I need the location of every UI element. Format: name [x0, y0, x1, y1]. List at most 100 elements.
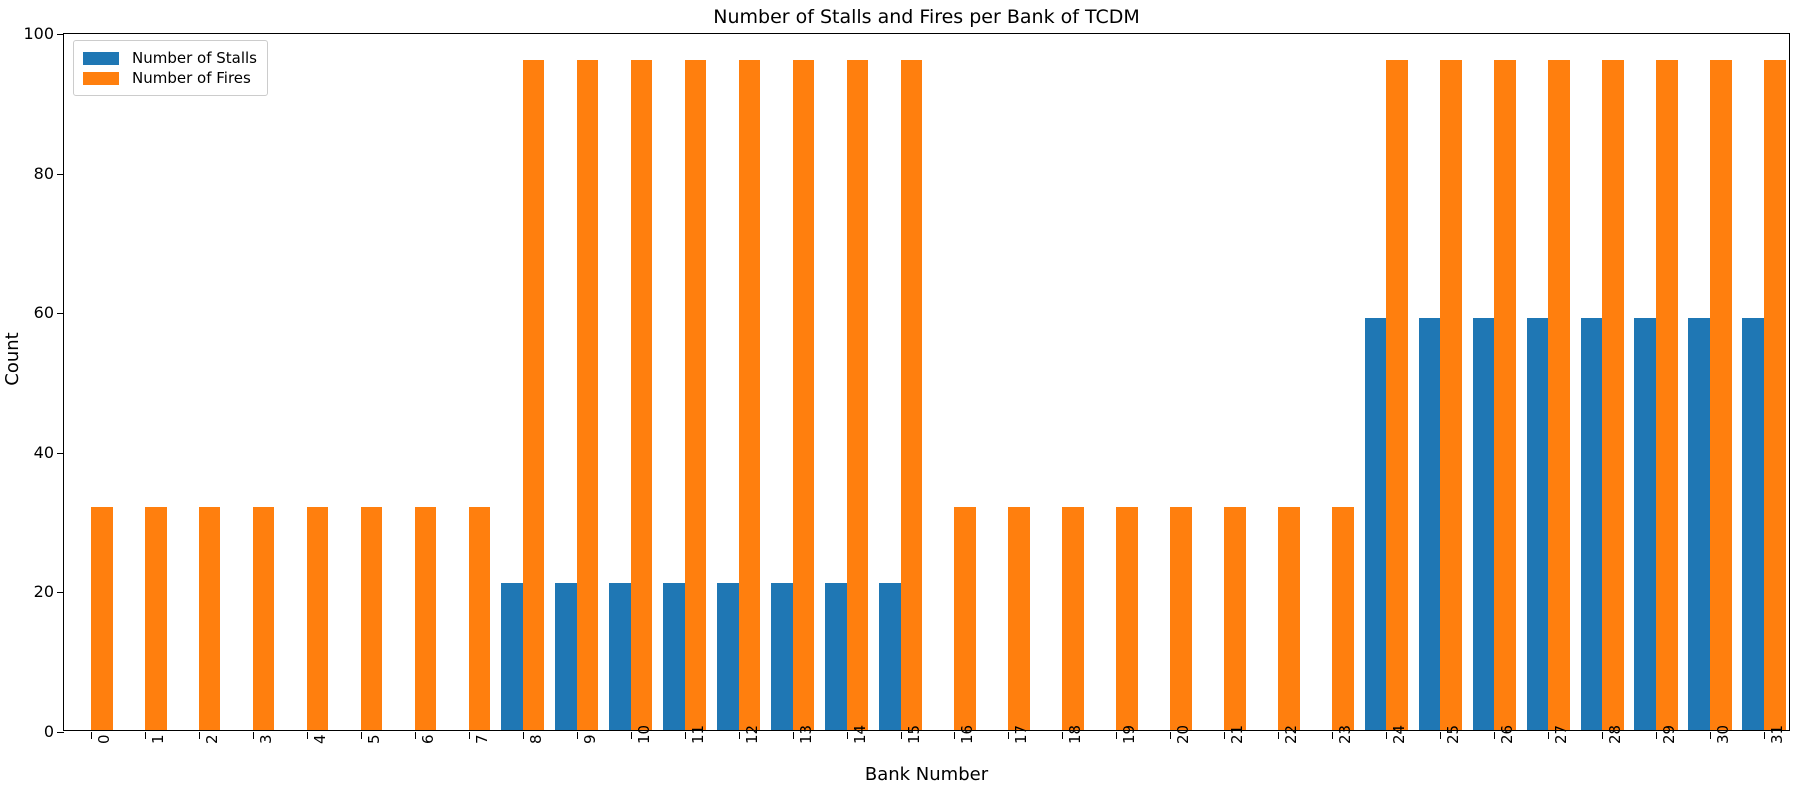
chart-legend: Number of Stalls Number of Fires: [73, 40, 268, 96]
bar-fires-6: [414, 506, 437, 730]
bar-stalls-24: [1364, 318, 1387, 730]
x-tick-mark: [252, 732, 254, 739]
bar-stalls-11: [663, 583, 685, 730]
bar-group: [878, 34, 923, 730]
x-tick-mark: [1440, 732, 1442, 739]
bar-stalls-26: [1472, 318, 1495, 730]
bar-group: [285, 34, 329, 730]
y-tick-mark: [57, 592, 64, 594]
bar-group: [1526, 34, 1570, 730]
x-tick-label: 27: [1552, 724, 1571, 744]
x-tick-mark: [1278, 732, 1280, 739]
bar-fires-25: [1440, 59, 1462, 730]
bar-fires-28: [1602, 59, 1624, 730]
bar-group: [1364, 34, 1408, 730]
y-tick-mark: [57, 313, 64, 315]
x-tick-label: 26: [1498, 724, 1517, 744]
x-tick-label: 22: [1282, 724, 1301, 744]
y-tick-label: 80: [33, 163, 54, 183]
bar-fires-24: [1386, 59, 1408, 730]
y-tick-label: 40: [33, 442, 54, 462]
bar-stalls-15: [878, 583, 901, 730]
x-tick-mark: [1710, 732, 1712, 739]
x-tick-label: 1: [148, 734, 167, 744]
bar-fires-21: [1224, 506, 1246, 730]
x-tick-label: 15: [904, 724, 923, 744]
bar-group: [447, 34, 491, 730]
bar-group: [663, 34, 707, 730]
legend-entry: Number of Stalls: [83, 48, 257, 68]
bar-group: [609, 34, 653, 730]
x-tick-mark: [1494, 732, 1496, 739]
x-tick-mark: [1602, 732, 1604, 739]
bar-fires-16: [954, 506, 977, 730]
x-tick-label: 28: [1606, 724, 1625, 744]
bar-fires-5: [360, 506, 383, 730]
bar-stalls-9: [555, 583, 577, 730]
chart-figure: Number of Stalls and Fires per Bank of T…: [0, 0, 1800, 800]
x-tick-label: 21: [1228, 724, 1247, 744]
bar-fires-11: [684, 59, 707, 730]
x-tick-mark: [1116, 732, 1118, 739]
bar-group: [1203, 34, 1246, 730]
legend-entry: Number of Fires: [83, 68, 257, 88]
bar-group: [69, 34, 113, 730]
bar-stalls-28: [1580, 318, 1603, 730]
chart-title: Number of Stalls and Fires per Bank of T…: [713, 6, 1140, 28]
x-tick-label: 4: [310, 734, 329, 744]
x-tick-mark: [306, 732, 308, 739]
legend-label: Number of Stalls: [132, 48, 257, 67]
x-tick-label: 11: [688, 724, 707, 744]
x-tick-mark: [1224, 732, 1226, 739]
x-tick-mark: [144, 732, 146, 739]
x-tick-mark: [1170, 732, 1172, 739]
bar-fires-31: [1764, 59, 1786, 730]
x-tick-label: 8: [526, 734, 545, 744]
y-tick-mark: [57, 34, 64, 35]
bar-fires-14: [846, 59, 869, 730]
bar-fires-22: [1278, 506, 1300, 730]
bar-stalls-29: [1634, 318, 1657, 730]
x-axis-label: Bank Number: [864, 764, 989, 785]
x-tick-label: 6: [418, 734, 437, 744]
bar-fires-3: [252, 506, 275, 730]
y-tick-label: 100: [23, 24, 54, 43]
bar-group: [1580, 34, 1624, 730]
x-tick-mark: [198, 732, 200, 739]
y-axis-label: Count: [2, 332, 23, 386]
bar-group: [933, 34, 977, 730]
bar-fires-8: [522, 59, 545, 730]
bar-fires-17: [1008, 506, 1031, 730]
x-tick-label: 9: [580, 734, 599, 744]
bar-group: [1742, 34, 1786, 730]
x-tick-label: 31: [1768, 724, 1787, 744]
x-tick-label: 5: [364, 734, 383, 744]
x-tick-mark: [630, 732, 632, 739]
x-tick-label: 25: [1444, 724, 1463, 744]
x-tick-mark: [576, 732, 578, 739]
x-tick-label: 2: [202, 734, 221, 744]
bar-group: [1257, 34, 1300, 730]
bar-fires-10: [630, 59, 653, 730]
bar-fires-18: [1062, 506, 1084, 730]
x-tick-label: 18: [1066, 724, 1085, 744]
x-tick-mark: [900, 732, 902, 739]
x-tick-mark: [1062, 732, 1064, 739]
bar-fires-19: [1116, 506, 1138, 730]
bar-stalls-31: [1742, 318, 1764, 730]
x-tick-mark: [468, 732, 470, 739]
x-tick-label: 17: [1012, 724, 1031, 744]
y-tick-label: 0: [43, 722, 54, 741]
bar-group: [393, 34, 437, 730]
bar-stalls-12: [717, 583, 739, 730]
x-tick-mark: [414, 732, 416, 739]
legend-label: Number of Fires: [132, 68, 251, 87]
y-tick-mark: [57, 452, 64, 454]
x-tick-mark: [1332, 732, 1334, 739]
bar-group: [1149, 34, 1192, 730]
bar-fires-0: [90, 506, 113, 730]
bar-group: [231, 34, 275, 730]
x-tick-label: 24: [1390, 724, 1409, 744]
bar-group: [1311, 34, 1354, 730]
x-tick-mark: [90, 732, 92, 739]
